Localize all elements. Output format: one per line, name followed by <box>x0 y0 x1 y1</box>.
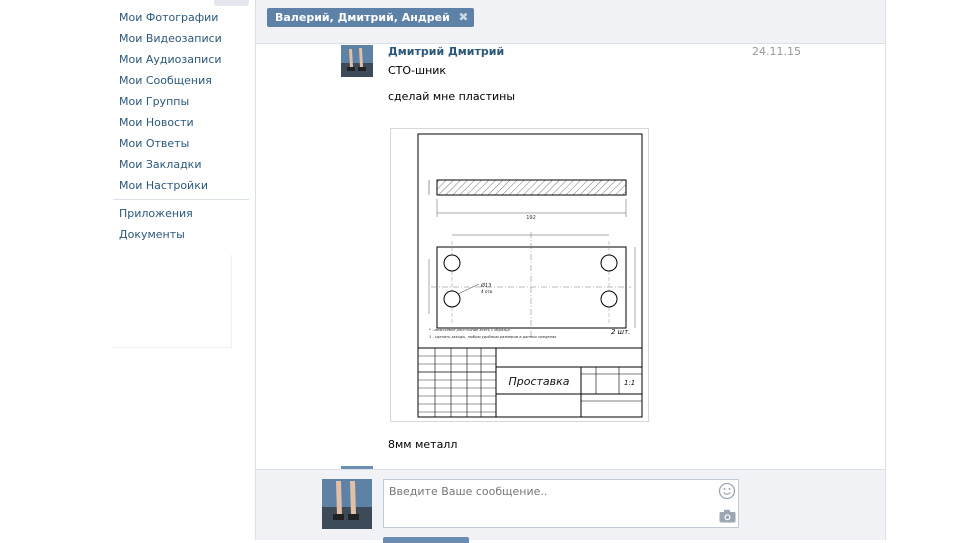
camera-icon[interactable] <box>719 509 736 523</box>
sidebar-item-groups[interactable]: Мои Группы <box>119 95 189 108</box>
sidebar-item-photos[interactable]: Мои Фотографии <box>119 11 218 24</box>
sidebar-item-bookmarks[interactable]: Мои Закладки <box>119 158 201 171</box>
drawing-scale: 1:1 <box>624 379 635 387</box>
attached-drawing-image[interactable]: 192 Ø13 4 отв. * - межосевое расстояние … <box>390 128 649 422</box>
drawing-note-1: * - межосевое расстояние взять с образца <box>429 328 510 332</box>
dialog-panel: Валерий, Дмитрий, Андрей ✖ Дмитрий Дмитр… <box>255 0 886 540</box>
drawing-dim-hole: Ø13 <box>480 282 491 289</box>
sidebar-item-apps[interactable]: Приложения <box>119 207 193 220</box>
next-message-avatar[interactable] <box>341 466 373 469</box>
sidebar-item-settings[interactable]: Мои Настройки <box>119 179 208 192</box>
sidebar-item-news[interactable]: Мои Новости <box>119 116 194 129</box>
sidebar-item-answers[interactable]: Мои Ответы <box>119 137 189 150</box>
send-button[interactable] <box>383 537 469 543</box>
drawing-dim-length: 192 <box>526 215 536 221</box>
sidebar-item-messages[interactable]: Мои Сообщения <box>119 74 212 87</box>
sidebar-divider <box>113 199 249 200</box>
drawing-dim-hole-note: 4 отв. <box>481 289 493 294</box>
close-icon[interactable]: ✖ <box>457 11 470 24</box>
message-input[interactable]: Введите Ваше сообщение.. <box>383 479 739 528</box>
message-text-line2: сделай мне пластины <box>388 90 516 103</box>
message-history[interactable]: Дмитрий Дмитрий 24.11.15 СТО-шник сделай… <box>256 43 885 470</box>
avatar[interactable] <box>341 45 373 77</box>
drawing-quantity: 2 шт. <box>611 328 630 336</box>
drawing-note-2: 1 - сделать заходы, любым удобным размер… <box>429 335 557 339</box>
drawing-title: Проставка <box>508 375 569 388</box>
message-text-line3: 8мм металл <box>388 438 458 451</box>
chat-tab-label: Валерий, Дмитрий, Андрей <box>275 11 450 24</box>
sidebar-item-audio[interactable]: Мои Аудиозаписи <box>119 53 222 66</box>
message-text-line1: СТО-шник <box>388 64 447 77</box>
ad-block <box>113 255 232 348</box>
sidebar-item-videos[interactable]: Мои Видеозаписи <box>119 32 222 45</box>
message-date: 24.11.15 <box>752 45 801 58</box>
sidebar-item-documents[interactable]: Документы <box>119 228 185 241</box>
top-tab-stub[interactable] <box>214 0 249 6</box>
message-author[interactable]: Дмитрий Дмитрий <box>388 45 504 58</box>
own-avatar[interactable] <box>322 479 372 529</box>
chat-tab[interactable]: Валерий, Дмитрий, Андрей ✖ <box>267 8 474 27</box>
smile-icon[interactable] <box>718 482 736 500</box>
